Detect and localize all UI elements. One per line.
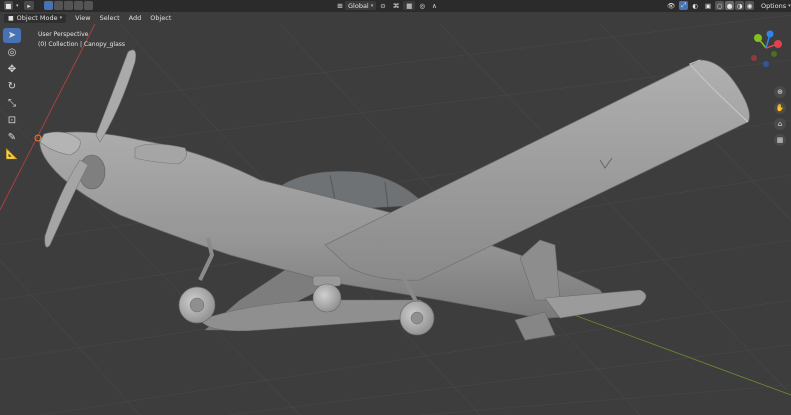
annotate-tool[interactable]: ✎ xyxy=(3,130,21,145)
grid-icon: ▦ xyxy=(776,136,784,144)
main-wheel-hub xyxy=(410,311,424,325)
sensor-ball xyxy=(312,283,342,313)
transform-tool[interactable]: ⊡ xyxy=(3,113,21,128)
front-wheel-hub xyxy=(189,297,205,313)
3d-viewport[interactable] xyxy=(0,0,791,415)
tool-shelf: ➤ ◎ ✥ ↻ ⤡ ⊡ ✎ 📐 xyxy=(3,28,21,164)
ruler-icon: 📐 xyxy=(5,149,19,160)
pan-button[interactable]: ✋ xyxy=(774,102,786,114)
transform-icon: ⊡ xyxy=(7,115,17,126)
neg-x-axis-ball[interactable] xyxy=(751,55,757,61)
magnifier-icon: ⊕ xyxy=(777,88,783,96)
3d-cursor-icon: ◎ xyxy=(7,47,17,58)
y-axis-ball[interactable] xyxy=(754,34,762,42)
neg-z-axis-ball[interactable] xyxy=(763,61,769,67)
scale-tool[interactable]: ⤡ xyxy=(3,96,21,111)
propeller-blade-top xyxy=(95,49,136,143)
pencil-icon: ✎ xyxy=(7,132,17,143)
view-nav-buttons: ⊕ ✋ ⌂ ▦ xyxy=(774,86,786,150)
hand-icon: ✋ xyxy=(775,104,785,112)
camera-view-button[interactable]: ⌂ xyxy=(774,118,786,130)
cursor-arrow-icon: ➤ xyxy=(7,30,17,41)
scale-icon: ⤡ xyxy=(8,98,16,109)
collection-info: (0) Collection | Canopy_glass xyxy=(38,41,126,48)
measure-tool[interactable]: 📐 xyxy=(3,147,21,162)
navigation-gizmo[interactable] xyxy=(748,30,784,70)
camera-icon: ⌂ xyxy=(777,120,783,128)
rotate-icon: ↻ xyxy=(7,81,17,92)
view-name: User Perspective xyxy=(38,31,89,38)
cursor-tool[interactable]: ◎ xyxy=(3,45,21,60)
move-icon: ✥ xyxy=(7,64,17,75)
rotate-tool[interactable]: ↻ xyxy=(3,79,21,94)
neg-y-axis-ball[interactable] xyxy=(771,51,777,57)
airplane-model[interactable] xyxy=(34,49,750,341)
move-tool[interactable]: ✥ xyxy=(3,62,21,77)
x-axis-ball[interactable] xyxy=(774,40,782,48)
ortho-toggle-button[interactable]: ▦ xyxy=(774,134,786,146)
select-box-tool[interactable]: ➤ xyxy=(3,28,21,43)
zoom-button[interactable]: ⊕ xyxy=(774,86,786,98)
z-axis-ball[interactable] xyxy=(766,30,774,38)
blender-window: ■ ▾ ▸ ⊞ Global ▾ ⊙ ⌘ ▦ ◎ ∧ 👁 ⤢ ◐ ▣ ○ ● ◑… xyxy=(0,0,791,415)
